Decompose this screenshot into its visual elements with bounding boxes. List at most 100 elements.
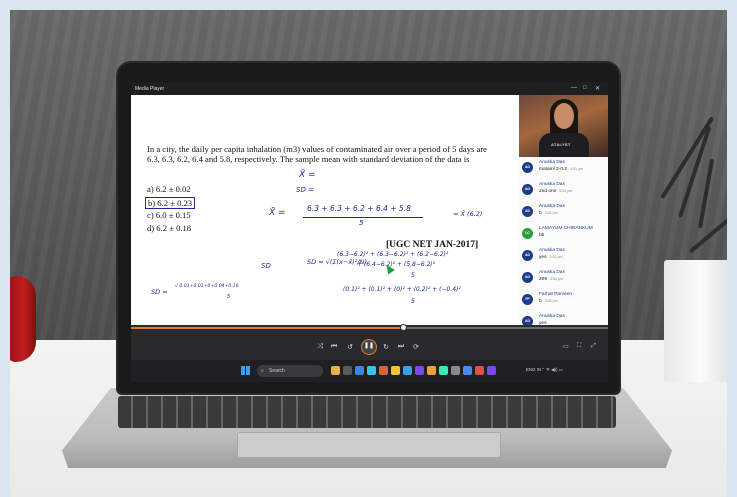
taskbar-app-icon[interactable] <box>415 366 424 375</box>
handwriting-sd-second-line: (0.1)² + (0.1)² + (0)² + (0.2)² + (−0.4)… <box>343 286 461 293</box>
taskbar-app-icon[interactable] <box>475 366 484 375</box>
taskbar-app-icon[interactable] <box>343 366 352 375</box>
option-a: a) 6.2 ± 0.02 <box>147 184 191 194</box>
windows-start-icon[interactable] <box>241 366 250 375</box>
taskbar-search[interactable]: ⌕ Search <box>257 365 323 377</box>
red-mug <box>6 276 36 362</box>
player-controls: ⤨ ⏮ ↺ ❚❚ ↻ ⏭ ⟳ ▭ ⛶ ⤢ <box>131 324 608 360</box>
taskbar-app-icon[interactable] <box>403 366 412 375</box>
chat-message: FP Farhat Parveen b 3:52 pm <box>519 291 608 313</box>
rewind-button[interactable]: ↺ <box>345 343 355 351</box>
taskbar-app-icon[interactable] <box>451 366 460 375</box>
chat-sender: Farhat Parveen <box>539 292 573 297</box>
handwriting-sd-left-denom: 5 <box>227 294 231 300</box>
avatar: AD <box>522 206 533 217</box>
avatar: AD <box>522 162 533 173</box>
search-icon: ⌕ <box>261 368 264 374</box>
taskbar-app-icon[interactable] <box>427 366 436 375</box>
chat-text: bb <box>539 233 545 238</box>
chat-message: AD Anuska Das 209 3:52 pm <box>519 269 608 291</box>
frame-border <box>0 0 10 497</box>
chat-sender: LAMAYUM CHIRANKUM <box>539 226 593 231</box>
taskbar-app-icon[interactable] <box>439 366 448 375</box>
chat-text: 2nd one 3:51 pm <box>539 189 573 194</box>
progress-track[interactable] <box>131 324 608 331</box>
handwriting-xbar: X̄ = <box>299 170 316 180</box>
minimize-button[interactable]: — <box>571 85 577 91</box>
chat-message: AD Anuska Das mataml 3-0.2 3:51 pm <box>519 159 608 181</box>
handwriting-sd-second-denom: 5 <box>411 298 415 305</box>
exam-source: [UGC NET JAN-2017] <box>386 240 479 250</box>
progress-knob[interactable] <box>399 324 407 331</box>
handwriting-sd-denom: 5 <box>411 272 415 279</box>
fraction-bar <box>303 217 423 218</box>
tray-icons[interactable]: ⌃ ᯤ ◀)) ▭ <box>541 367 563 373</box>
laptop-trackpad <box>237 432 501 458</box>
window-titlebar: Media Player — □ ✕ <box>131 82 608 95</box>
pause-button[interactable]: ❚❚ <box>361 339 377 355</box>
chat-time: 3:51 pm <box>570 167 583 171</box>
lecture-slide: In a city, the daily per capita inhalati… <box>131 108 519 328</box>
frame-border <box>727 0 737 497</box>
chat-message: AD Anuska Das 2nd one 3:51 pm <box>519 181 608 203</box>
chat-message: AD Anuska Das yes 3:52 pm <box>519 247 608 269</box>
handwriting-xbar-2: X̄ = <box>269 208 286 218</box>
taskbar-app-icon[interactable] <box>463 366 472 375</box>
tray-language[interactable]: ENG IN <box>526 367 541 372</box>
next-button[interactable]: ⏭ <box>396 343 406 351</box>
avatar: LC <box>522 228 533 239</box>
taskbar: ⌕ Search ⌃ ᯤ ◀)) ▭ ENG IN <box>131 360 608 382</box>
chat-text: b 3:51 pm <box>539 211 558 216</box>
handwriting-sd-left-lhs: SD = <box>151 288 168 296</box>
shuffle-button[interactable]: ⤨ <box>315 343 325 351</box>
handwriting-sd-expansion-1: (6.3−6.2)² + (6.3−6.2)² + (6.2−6.2)² <box>337 251 449 258</box>
previous-button[interactable]: ⏮ <box>329 343 339 351</box>
progress-fill <box>131 327 403 329</box>
option-d: d) 6.2 ± 0.18 <box>147 223 192 233</box>
avatar: AD <box>522 184 533 195</box>
chat-sender: Anuska Das <box>539 204 565 209</box>
chat-text: yes 3:52 pm <box>539 255 563 260</box>
laptop-screen: Media Player — □ ✕ In a city, the daily … <box>131 82 608 382</box>
chat-message: AD Anuska Das b 3:51 pm <box>519 203 608 225</box>
chat-text: b 3:52 pm <box>539 299 558 304</box>
search-placeholder: Search <box>269 368 285 374</box>
handwriting-mean-formula: 6.3 + 6.3 + 6.2 + 6.4 + 5.8 <box>307 204 411 213</box>
taskbar-app-icon[interactable] <box>355 366 364 375</box>
handwriting-sd-lhs: SD <box>261 262 271 270</box>
chat-time: 3:52 pm <box>544 299 558 303</box>
handwriting-sd: SD = <box>296 186 314 194</box>
handwriting-mean-result: = X̄ (6.2) <box>453 210 483 218</box>
forward-button[interactable]: ↻ <box>381 343 391 351</box>
repeat-button[interactable]: ⟳ <box>411 343 421 351</box>
chat-sender: Anuska Das <box>539 160 565 165</box>
presenter-face <box>554 103 574 129</box>
expand-button[interactable]: ⤢ <box>591 343 596 350</box>
taskbar-app-icon[interactable] <box>367 366 376 375</box>
presenter-webcam: ATALYST <box>519 95 608 157</box>
chat-time: 3:51 pm <box>544 211 558 215</box>
avatar: FP <box>522 294 533 305</box>
close-button[interactable]: ✕ <box>595 85 600 92</box>
chat-time: 3:51 pm <box>559 189 573 193</box>
chat-sender: Anuska Das <box>539 248 565 253</box>
maximize-button[interactable]: □ <box>583 85 587 91</box>
window-title: Media Player <box>135 86 165 92</box>
shirt-text: ATALYST <box>551 142 571 147</box>
option-b: b) 6.2 ± 0.23 <box>145 197 196 209</box>
chat-sender: Anuska Das <box>539 182 565 187</box>
taskbar-app-icon[interactable] <box>331 366 340 375</box>
handwriting-sd-expansion-2: + (6.4−6.2)² + (5.8−6.2)² <box>357 261 436 268</box>
laptop-keyboard <box>118 396 616 428</box>
chat-sender: Anuska Das <box>539 270 565 275</box>
avatar: AD <box>522 272 533 283</box>
miniplayer-button[interactable]: ▭ <box>563 343 569 350</box>
taskbar-app-icon[interactable] <box>487 366 496 375</box>
chat-sender: Anuska Das <box>539 314 565 319</box>
chat-time: 3:52 pm <box>549 255 563 259</box>
fullscreen-button[interactable]: ⛶ <box>577 343 581 350</box>
question-text: In a city, the daily per capita inhalati… <box>147 144 487 164</box>
taskbar-app-icon[interactable] <box>379 366 388 375</box>
taskbar-app-icon[interactable] <box>391 366 400 375</box>
handwriting-mean-denominator: 5 <box>359 219 364 227</box>
